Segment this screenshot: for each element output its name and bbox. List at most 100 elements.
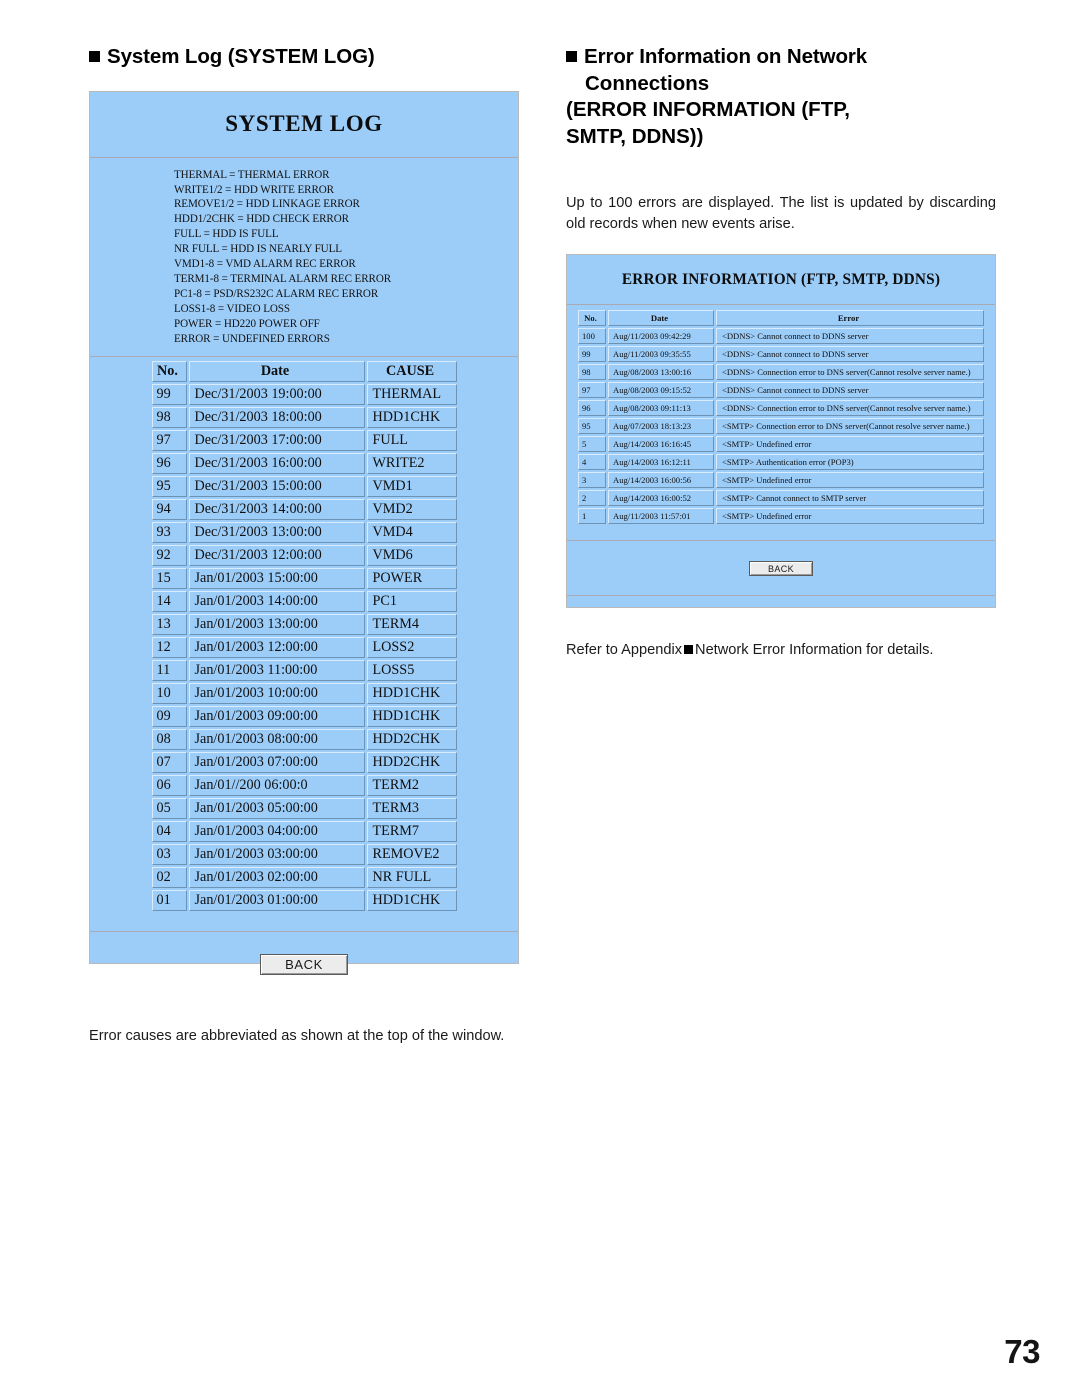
cell-no: 1 — [578, 508, 606, 525]
cell-no: 15 — [151, 567, 187, 589]
table-row[interactable]: 10 Jan/01/2003 10:00:00 HDD1CHK — [151, 682, 457, 704]
cell-date: Aug/08/2003 13:00:16 — [608, 364, 714, 381]
table-row[interactable]: 06 Jan/01//200 06:00:0 TERM2 — [151, 774, 457, 796]
column-header-cause: CAUSE — [366, 360, 457, 382]
table-row[interactable]: 97 Dec/31/2003 17:00:00 FULL — [151, 429, 457, 451]
table-row[interactable]: 01 Jan/01/2003 01:00:00 HDD1CHK — [151, 889, 457, 911]
error-information-table: No. Date Error 100 Aug/11/2003 09:42:29 <D… — [576, 308, 986, 526]
legend-line: HDD1/2CHK = HDD CHECK ERROR — [174, 213, 349, 226]
table-row[interactable]: 96 Aug/08/2003 09:11:13 <DDNS> Connection … — [578, 400, 984, 417]
table-row[interactable]: 4 Aug/14/2003 16:12:11 <SMTP> Authenticati… — [578, 454, 984, 471]
cell-date: Jan/01/2003 11:00:00 — [188, 659, 365, 681]
error-info-footnote: Refer to Appendix Network Error Informati… — [566, 640, 996, 662]
cell-cause: HDD1CHK — [366, 889, 457, 911]
cell-date: Dec/31/2003 17:00:00 — [188, 429, 365, 451]
table-row[interactable]: 5 Aug/14/2003 16:16:45 <SMTP> Undefined er… — [578, 436, 984, 453]
system-log-footnote: Error causes are abbreviated as shown at… — [89, 1027, 505, 1044]
table-row[interactable]: 13 Jan/01/2003 13:00:00 TERM4 — [151, 613, 457, 635]
table-row[interactable]: 95 Dec/31/2003 15:00:00 VMD1 — [151, 475, 457, 497]
legend-line: THERMAL = THERMAL ERROR — [174, 168, 330, 181]
system-log-table-body: 99 Dec/31/2003 19:00:00 THERMAL 98 Dec/31/20… — [151, 383, 457, 911]
legend-line: WRITE1/2 = HDD WRITE ERROR — [174, 183, 334, 196]
table-row[interactable]: 09 Jan/01/2003 09:00:00 HDD1CHK — [151, 705, 457, 727]
cell-cause: NR FULL — [366, 866, 457, 888]
column-header-no: No. — [151, 360, 187, 382]
error-info-heading-line3: (ERROR INFORMATION (FTP, — [566, 98, 850, 122]
cell-date: Aug/07/2003 18:13:23 — [608, 418, 714, 435]
cell-cause: HDD2CHK — [366, 751, 457, 773]
cell-no: 05 — [151, 797, 187, 819]
table-row[interactable]: 03 Jan/01/2003 03:00:00 REMOVE2 — [151, 843, 457, 865]
cell-no: 92 — [151, 544, 187, 566]
table-row[interactable]: 2 Aug/14/2003 16:00:52 <SMTP> Cannot conne… — [578, 490, 984, 507]
system-log-window-title: SYSTEM LOG — [225, 110, 383, 136]
cell-cause: HDD1CHK — [366, 705, 457, 727]
square-bullet-icon — [566, 51, 577, 62]
table-row[interactable]: 99 Dec/31/2003 19:00:00 THERMAL — [151, 383, 457, 405]
cell-no: 99 — [578, 346, 606, 363]
cell-date: Dec/31/2003 18:00:00 — [188, 406, 365, 428]
legend-line: PC1-8 = PSD/RS232C ALARM REC ERROR — [174, 287, 379, 300]
cell-cause: HDD1CHK — [366, 682, 457, 704]
cell-date: Dec/31/2003 12:00:00 — [188, 544, 365, 566]
legend-line: POWER = HD220 POWER OFF — [174, 317, 320, 330]
right-column: Error Information on Network Connections… — [566, 44, 996, 662]
cell-error: <DDNS> Connection error to DNS server(Ca… — [716, 364, 984, 381]
page-title-error-information: Error Information on Network — [566, 44, 996, 71]
table-row[interactable]: 92 Dec/31/2003 12:00:00 VMD6 — [151, 544, 457, 566]
table-row[interactable]: 96 Dec/31/2003 16:00:00 WRITE2 — [151, 452, 457, 474]
cell-no: 13 — [151, 613, 187, 635]
table-row[interactable]: 04 Jan/01/2003 04:00:00 TERM7 — [151, 820, 457, 842]
table-row[interactable]: 05 Jan/01/2003 05:00:00 TERM3 — [151, 797, 457, 819]
cell-date: Jan/01/2003 07:00:00 — [188, 751, 365, 773]
cell-date: Jan/01/2003 14:00:00 — [188, 590, 365, 612]
table-row[interactable]: 98 Aug/08/2003 13:00:16 <DDNS> Connection … — [578, 364, 984, 381]
abbreviation-legend: THERMAL = THERMAL ERROR WRITE1/2 = HDD WR… — [90, 158, 518, 356]
cell-no: 96 — [151, 452, 187, 474]
cell-date: Jan/01/2003 05:00:00 — [188, 797, 365, 819]
square-bullet-icon — [684, 645, 694, 655]
table-row[interactable]: 94 Dec/31/2003 14:00:00 VMD2 — [151, 498, 457, 520]
cell-date: Jan/01/2003 08:00:00 — [188, 728, 365, 750]
cell-no: 96 — [578, 400, 606, 417]
error-information-table-body: 100 Aug/11/2003 09:42:29 <DDNS> Cannot con… — [578, 328, 984, 525]
table-row[interactable]: 3 Aug/14/2003 16:00:56 <SMTP> Undefined er… — [578, 472, 984, 489]
back-button[interactable]: BACK — [260, 953, 348, 975]
cell-cause: LOSS2 — [366, 636, 457, 658]
back-button[interactable]: BACK — [749, 561, 813, 577]
cell-no: 98 — [578, 364, 606, 381]
cell-date: Jan/01/2003 12:00:00 — [188, 636, 365, 658]
table-row[interactable]: 98 Dec/31/2003 18:00:00 HDD1CHK — [151, 406, 457, 428]
cell-no: 93 — [151, 521, 187, 543]
error-info-intro: Up to 100 errors are displayed. The list… — [566, 194, 996, 233]
cell-cause: VMD1 — [366, 475, 457, 497]
table-row[interactable]: 08 Jan/01/2003 08:00:00 HDD2CHK — [151, 728, 457, 750]
cell-error: <DDNS> Connection error to DNS server(Ca… — [716, 400, 984, 417]
cell-cause: VMD2 — [366, 498, 457, 520]
table-row[interactable]: 07 Jan/01/2003 07:00:00 HDD2CHK — [151, 751, 457, 773]
error-info-back-row: BACK — [567, 559, 995, 577]
cell-cause: THERMAL — [366, 383, 457, 405]
table-row[interactable]: 99 Aug/11/2003 09:35:55 <DDNS> Cannot conn… — [578, 346, 984, 363]
table-row[interactable]: 15 Jan/01/2003 15:00:00 POWER — [151, 567, 457, 589]
table-row[interactable]: 97 Aug/08/2003 09:15:52 <DDNS> Cannot conn… — [578, 382, 984, 399]
cell-date: Jan/01/2003 02:00:00 — [188, 866, 365, 888]
table-row[interactable]: 14 Jan/01/2003 14:00:00 PC1 — [151, 590, 457, 612]
legend-line: FULL = HDD IS FULL — [174, 228, 279, 241]
table-row[interactable]: 95 Aug/07/2003 18:13:23 <SMTP> Connection … — [578, 418, 984, 435]
cell-no: 2 — [578, 490, 606, 507]
table-row[interactable]: 12 Jan/01/2003 12:00:00 LOSS2 — [151, 636, 457, 658]
table-row[interactable]: 1 Aug/11/2003 11:57:01 <SMTP> Undefined er… — [578, 508, 984, 525]
cell-cause: REMOVE2 — [366, 843, 457, 865]
divider — [90, 355, 518, 357]
page-title-system-log: System Log (SYSTEM LOG) — [89, 44, 519, 71]
table-row[interactable]: 11 Jan/01/2003 11:00:00 LOSS5 — [151, 659, 457, 681]
table-row[interactable]: 02 Jan/01/2003 02:00:00 NR FULL — [151, 866, 457, 888]
cell-no: 11 — [151, 659, 187, 681]
footnote-before-text: Refer to Appendix — [566, 642, 683, 659]
cell-error: <SMTP> Connection error to DNS server(Ca… — [716, 418, 984, 435]
table-row[interactable]: 100 Aug/11/2003 09:42:29 <DDNS> Cannot con… — [578, 328, 984, 345]
table-row[interactable]: 93 Dec/31/2003 13:00:00 VMD4 — [151, 521, 457, 543]
cell-date: Jan/01/2003 04:00:00 — [188, 820, 365, 842]
cell-error: <SMTP> Undefined error — [716, 472, 984, 489]
